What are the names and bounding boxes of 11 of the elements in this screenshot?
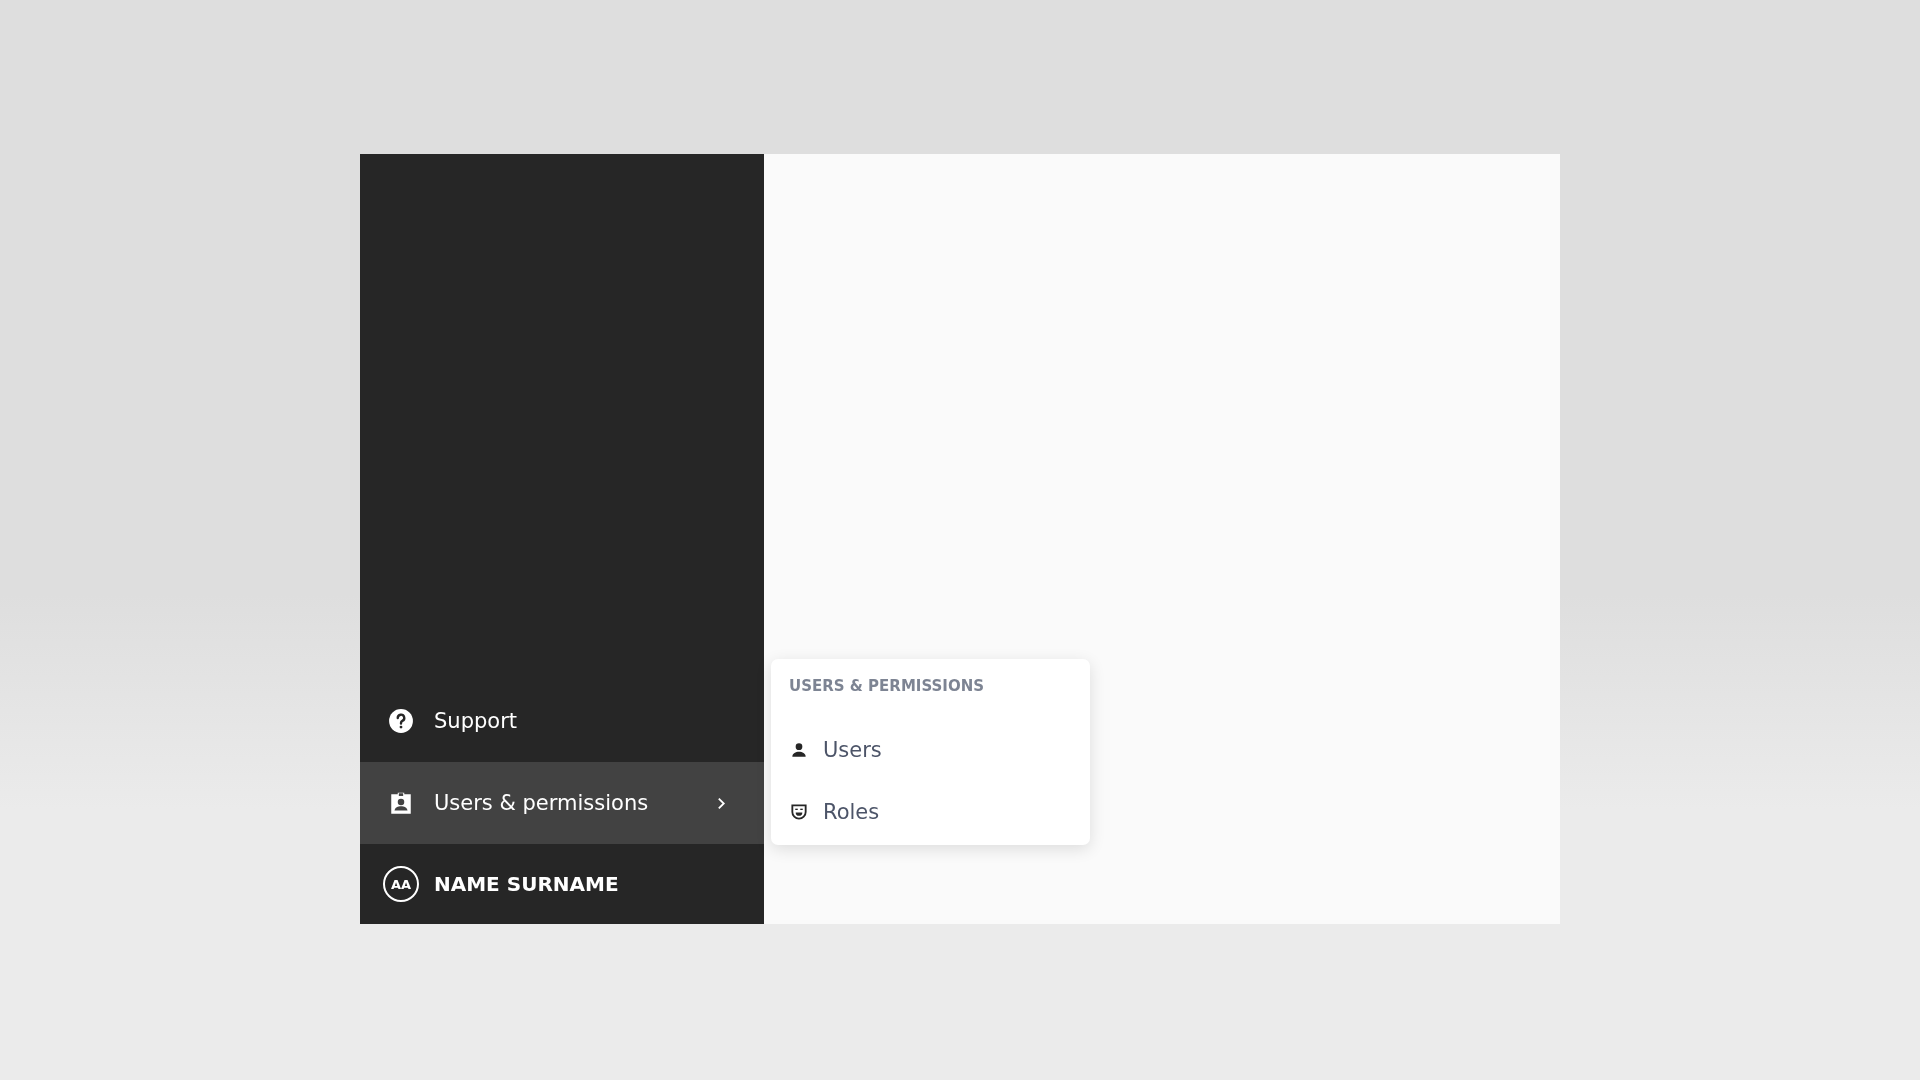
- user-name: NAME SURNAME: [434, 872, 619, 896]
- mask-icon: [789, 802, 809, 822]
- sidebar-item[interactable]: Support: [360, 680, 764, 762]
- person-icon: [789, 740, 809, 760]
- id-badge-icon: [388, 790, 414, 816]
- user-avatar[interactable]: AA: [383, 866, 419, 902]
- help-icon: [388, 708, 414, 734]
- submenu-item[interactable]: Roles: [789, 781, 1090, 843]
- sidebar-item[interactable]: Users & permissions: [360, 762, 764, 844]
- submenu-title: USERS & PERMISSIONS: [789, 677, 986, 697]
- submenu-item[interactable]: Users: [789, 719, 1090, 781]
